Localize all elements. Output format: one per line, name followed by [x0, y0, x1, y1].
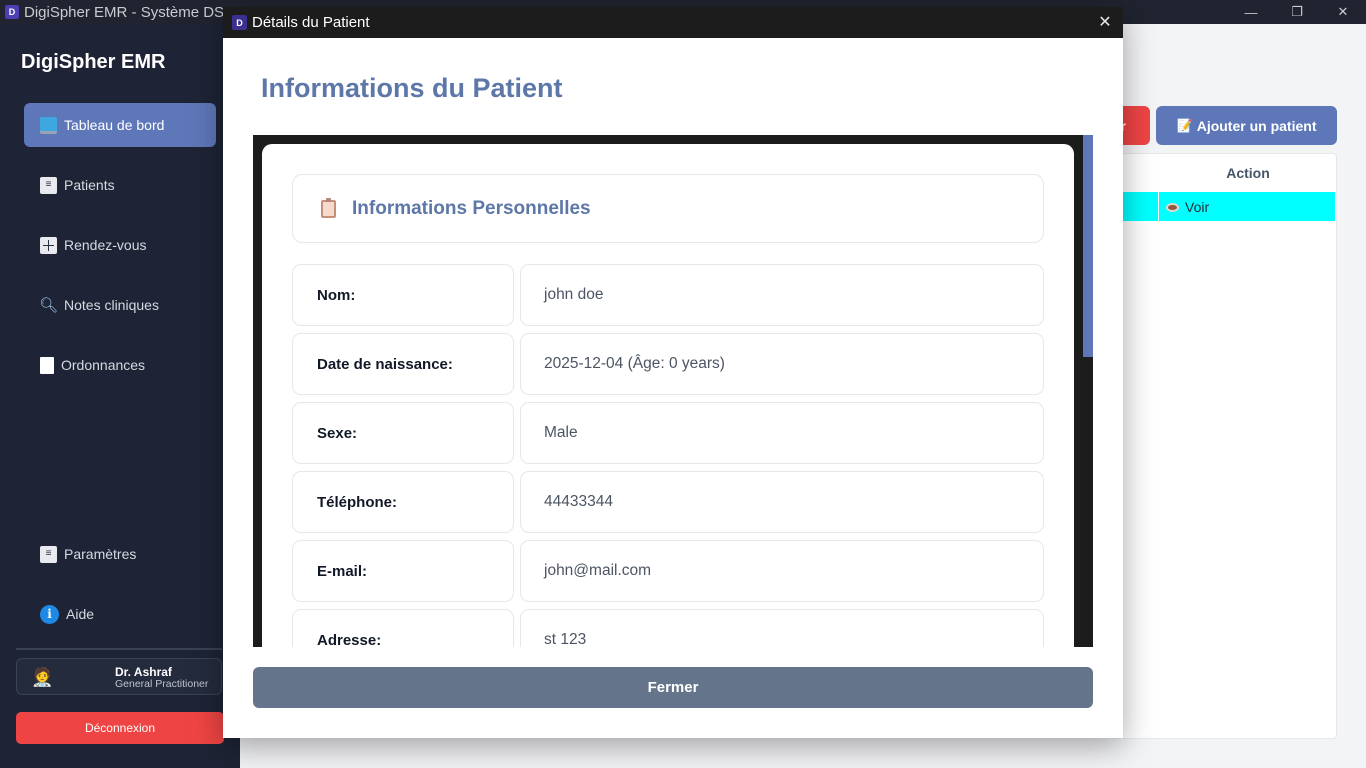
- field-label: Date de naissance:: [292, 333, 514, 395]
- field-label: Sexe:: [292, 402, 514, 464]
- field-value: john@mail.com: [520, 540, 1044, 602]
- field-label: Téléphone:: [292, 471, 514, 533]
- section-header: Informations Personnelles: [292, 174, 1044, 243]
- patient-details-dialog: D Détails du Patient ✕ Informations du P…: [223, 7, 1123, 738]
- field-label: Nom:: [292, 264, 514, 326]
- scroll-area[interactable]: Informations Personnelles Nom: john doe …: [253, 135, 1093, 647]
- dialog-heading: Informations du Patient: [261, 73, 563, 103]
- field-row-name: Nom: john doe: [292, 264, 1044, 326]
- field-value: st 123: [520, 609, 1044, 647]
- dialog-titlebar: D Détails du Patient ✕: [223, 7, 1123, 38]
- field-label: Adresse:: [292, 609, 514, 647]
- dialog-title: Détails du Patient: [252, 14, 370, 31]
- field-row-email: E-mail: john@mail.com: [292, 540, 1044, 602]
- field-value: Male: [520, 402, 1044, 464]
- dialog-close-icon[interactable]: ✕: [1095, 12, 1115, 32]
- field-row-phone: Téléphone: 44433344: [292, 471, 1044, 533]
- close-dialog-button[interactable]: Fermer: [253, 667, 1093, 708]
- field-value: john doe: [520, 264, 1044, 326]
- field-value: 2025-12-04 (Âge: 0 years): [520, 333, 1044, 395]
- field-row-birthdate: Date de naissance: 2025-12-04 (Âge: 0 ye…: [292, 333, 1044, 395]
- field-row-sex: Sexe: Male: [292, 402, 1044, 464]
- field-value: 44433344: [520, 471, 1044, 533]
- scrollbar-thumb[interactable]: [1083, 135, 1093, 357]
- app-logo-icon: D: [232, 15, 247, 30]
- field-label: E-mail:: [292, 540, 514, 602]
- section-title: Informations Personnelles: [352, 197, 591, 219]
- patient-info-card: Informations Personnelles Nom: john doe …: [262, 144, 1074, 647]
- clipboard-icon: [321, 197, 336, 218]
- field-row-address: Adresse: st 123: [292, 609, 1044, 647]
